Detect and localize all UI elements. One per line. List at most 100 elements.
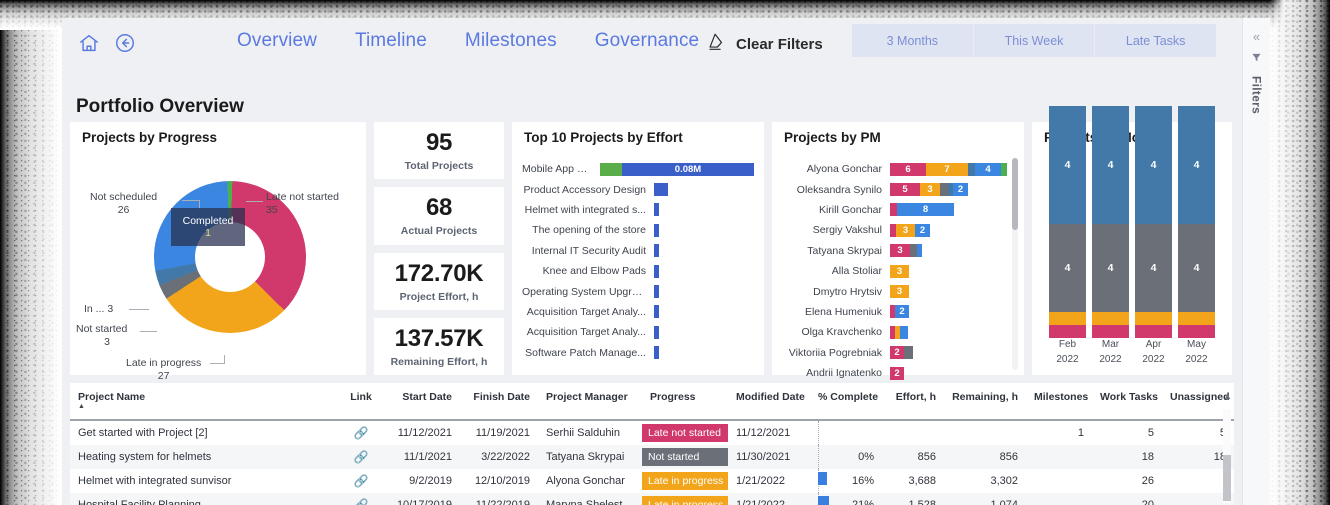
effort-bar[interactable]: 0.08M xyxy=(600,162,754,176)
double-chevron-left-icon[interactable]: « xyxy=(1253,30,1260,43)
effort-bar-row[interactable]: The opening of the store xyxy=(522,220,754,240)
pm-bar[interactable]: 3 xyxy=(890,285,909,299)
effort-bar[interactable] xyxy=(654,244,659,258)
filter-pill-3-months[interactable]: 3 Months xyxy=(852,24,974,57)
month-axis-tick-line: 2022 xyxy=(1185,353,1208,365)
month-bar-segment xyxy=(1092,312,1129,325)
link-chain-glyph[interactable]: 🔗 xyxy=(354,474,369,488)
effort-bar-row[interactable]: Product Accessory Design xyxy=(522,179,754,199)
month-column[interactable]: 4 4 Feb 2022 xyxy=(1049,106,1086,373)
pm-bar-value: 2 xyxy=(957,184,964,196)
effort-bar[interactable] xyxy=(654,285,659,299)
effort-bar[interactable] xyxy=(654,264,659,278)
pm-bar-row[interactable]: Olga Kravchenko xyxy=(782,322,1014,342)
pm-bar-row[interactable]: Elena Humeniuk 2 xyxy=(782,302,1014,322)
table-column-header[interactable]: Start Date xyxy=(384,383,460,421)
pm-bar[interactable]: 8 xyxy=(890,203,954,217)
month-bar-segment xyxy=(1049,325,1086,338)
effort-bar[interactable] xyxy=(654,203,659,217)
month-column[interactable]: 4 4 May 2022 xyxy=(1178,106,1215,373)
pm-bar-label: Alla Stoliar xyxy=(831,265,882,278)
link-chain-icon[interactable]: 🔗 xyxy=(338,469,384,493)
table-column-header[interactable]: Finish Date xyxy=(460,383,538,421)
pm-bar-row[interactable]: Andrii Ignatenko 2 xyxy=(782,363,1014,383)
pm-bar[interactable] xyxy=(890,325,908,339)
link-chain-glyph[interactable]: 🔗 xyxy=(354,426,369,440)
pm-bar-row[interactable]: Alla Stoliar 3 xyxy=(782,261,1014,281)
table-column-header[interactable]: Project Name ▲ xyxy=(70,383,338,421)
month-axis-tick: Apr 2022 xyxy=(1135,338,1172,367)
table-column-header[interactable]: Progress xyxy=(642,383,728,421)
pm-bar[interactable]: 3 xyxy=(890,264,909,278)
table-scrollbar[interactable] xyxy=(1223,409,1231,503)
effort-bar[interactable] xyxy=(654,183,668,197)
sort-ascending-icon[interactable]: ▲ xyxy=(78,403,330,410)
pm-bar-row[interactable]: Alyona Gonchar 6 7 4 xyxy=(782,159,1014,179)
effort-bar-row[interactable]: Operating System Upgra... xyxy=(522,281,754,301)
effort-bar-row[interactable]: Software Patch Manage... xyxy=(522,343,754,363)
link-chain-icon[interactable]: 🔗 xyxy=(338,445,384,469)
pm-chart-scrollbar[interactable] xyxy=(1012,158,1018,370)
table-row[interactable]: Helmet with integrated sunvisor 🔗 9/2/2019… xyxy=(70,469,1234,493)
effort-bar-row[interactable]: Acquisition Target Analy... xyxy=(522,322,754,342)
table-row[interactable]: Get started with Project [2] 🔗 11/12/2021 1… xyxy=(70,420,1234,445)
pm-bar-segment: 2 xyxy=(895,305,909,319)
progress-baseline xyxy=(818,421,819,445)
nav-link-overview[interactable]: Overview xyxy=(235,27,319,55)
effort-bar-row[interactable]: Knee and Elbow Pads xyxy=(522,261,754,281)
effort-bar[interactable] xyxy=(654,223,659,237)
donut-chart[interactable]: Not scheduled 26 Late not started 35 In … xyxy=(70,145,366,382)
pm-bar-row[interactable]: Dmytro Hrytsiv 3 xyxy=(782,281,1014,301)
table-column-header[interactable]: Milestones xyxy=(1026,383,1092,421)
nav-link-milestones[interactable]: Milestones xyxy=(463,27,559,55)
pm-bar-row[interactable]: Kirill Gonchar 8 xyxy=(782,200,1014,220)
pm-bar-row[interactable]: Oleksandra Synilo 5 3 2 xyxy=(782,179,1014,199)
link-chain-icon[interactable]: 🔗 xyxy=(338,420,384,445)
pm-bar-row[interactable]: Sergiy Vakshul 3 2 xyxy=(782,220,1014,240)
chevron-up-icon[interactable]: ▲ xyxy=(1223,391,1232,401)
pm-bar[interactable]: 6 7 4 xyxy=(890,162,1007,176)
table-column-header[interactable]: Link xyxy=(338,383,384,421)
table-column-header[interactable]: Work Tasks xyxy=(1092,383,1162,421)
effort-bar[interactable] xyxy=(654,325,659,339)
effort-bar[interactable] xyxy=(654,305,659,319)
cell-project-manager: Maryna Shelestiuk xyxy=(546,499,637,505)
filter-pill-late-tasks[interactable]: Late Tasks xyxy=(1095,24,1216,57)
table-scroll-thumb[interactable] xyxy=(1223,455,1231,501)
pm-bar[interactable]: 5 3 2 xyxy=(890,183,968,197)
link-chain-glyph[interactable]: 🔗 xyxy=(354,498,369,505)
nav-link-governance[interactable]: Governance xyxy=(593,27,702,55)
card-top-10-projects-by-effort: Top 10 Projects by Effort Mobile App Dev… xyxy=(512,122,764,375)
table-column-header[interactable]: % Complete xyxy=(810,383,882,421)
pm-bar-row[interactable]: Viktoriia Pogrebniak 2 xyxy=(782,343,1014,363)
pm-bar[interactable]: 3 xyxy=(890,244,922,258)
effort-bar-row[interactable]: Helmet with integrated s... xyxy=(522,200,754,220)
table-column-header[interactable]: Effort, h xyxy=(882,383,944,421)
pm-bar[interactable]: 32 xyxy=(890,223,930,237)
pm-bar[interactable]: 2 xyxy=(890,346,913,360)
month-column[interactable]: 4 4 Apr 2022 xyxy=(1135,106,1172,373)
table-row[interactable]: Hospital Facility Planning 🔗 10/17/2019 11/… xyxy=(70,493,1234,505)
effort-bar-row[interactable]: Acquisition Target Analy... xyxy=(522,302,754,322)
effort-bar-row[interactable]: Internal IT Security Audit xyxy=(522,241,754,261)
link-chain-icon[interactable]: 🔗 xyxy=(338,493,384,505)
link-chain-glyph[interactable]: 🔗 xyxy=(354,450,369,464)
pm-bar[interactable]: 2 xyxy=(890,366,904,380)
table-row[interactable]: Heating system for helmets 🔗 11/1/2021 3/22… xyxy=(70,445,1234,469)
clear-filters-button[interactable]: Clear Filters xyxy=(705,31,823,58)
month-column[interactable]: 4 4 Mar 2022 xyxy=(1092,106,1129,373)
effort-bar-row[interactable]: Mobile App Development 0.08M xyxy=(522,159,754,179)
table-column-header[interactable]: Modified Date xyxy=(728,383,810,421)
table-column-header[interactable]: Remaining, h xyxy=(944,383,1026,421)
back-arrow-icon[interactable] xyxy=(112,30,138,56)
pm-chart-scroll-thumb[interactable] xyxy=(1012,158,1018,230)
pm-bar-label: Viktoriia Pogrebniak xyxy=(788,346,882,359)
filter-pill-this-week[interactable]: This Week xyxy=(974,24,1096,57)
pm-bar-row[interactable]: Tatyana Skrypai 3 xyxy=(782,241,1014,261)
funnel-icon[interactable] xyxy=(1251,50,1262,68)
nav-link-timeline[interactable]: Timeline xyxy=(353,27,429,55)
home-icon[interactable] xyxy=(76,30,102,56)
table-column-header[interactable]: Project Manager xyxy=(538,383,642,421)
pm-bar[interactable]: 2 xyxy=(890,305,909,319)
effort-bar[interactable] xyxy=(654,346,659,360)
